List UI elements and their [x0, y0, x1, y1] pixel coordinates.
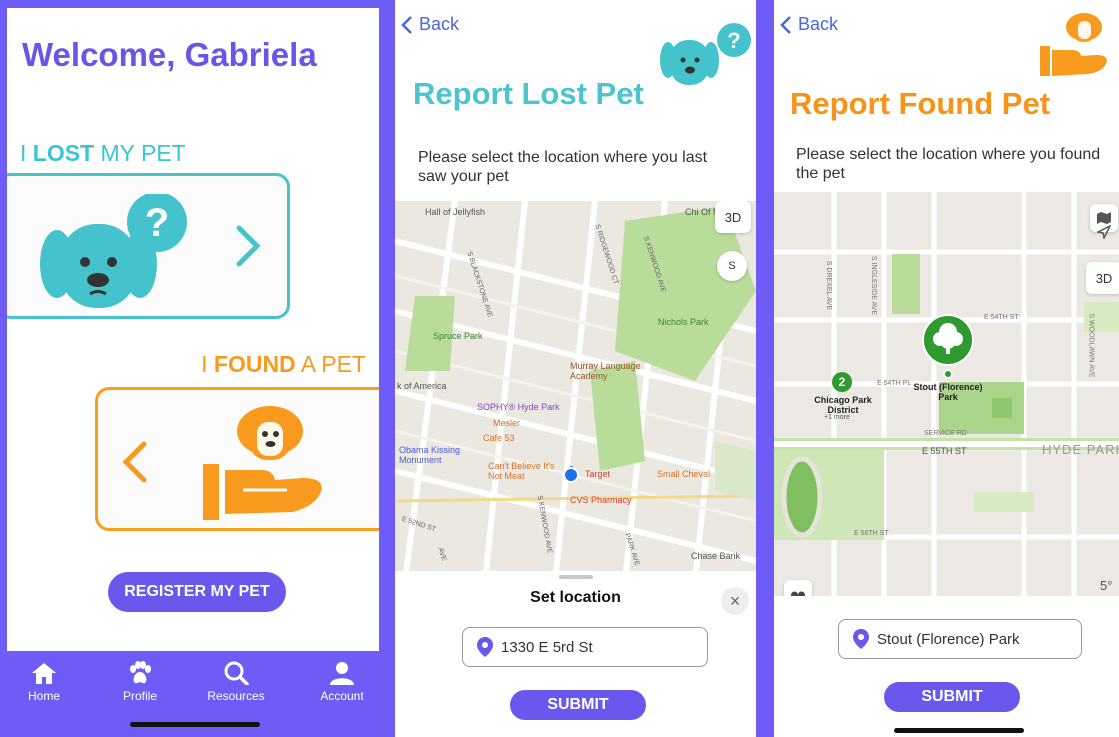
instruction-text: Please select the location where you fou…	[796, 146, 1101, 182]
map-view[interactable]: 3D S DREXEL AVE S INGLESIDE AVE S WOODLA…	[774, 192, 1119, 596]
close-button[interactable]: ×	[721, 587, 749, 615]
temperature-label: 5°	[1100, 578, 1113, 593]
register-my-pet-button[interactable]: REGISTER MY PET	[108, 572, 286, 612]
cluster-badge[interactable]: 2	[832, 372, 852, 392]
map-label: Hall of Jellyfish	[425, 207, 486, 217]
map-label: Mesler	[493, 418, 521, 428]
chevron-left-icon	[780, 15, 791, 34]
location-pin-icon	[477, 637, 493, 657]
home-screen: Welcome, Gabriela I LOST MY PET ? I FOUN…	[7, 8, 379, 737]
map-label: Stout (Florence) Park	[913, 382, 983, 402]
map-label: Nichols Park	[658, 317, 709, 327]
lost-dog-icon: ?	[40, 194, 187, 308]
map-label: Murray Language Academy	[570, 361, 641, 381]
map-label: CVS Pharmacy	[570, 495, 632, 505]
report-found-screen: Back Report Found Pet Please select the …	[774, 0, 1119, 737]
found-hand-dog-icon	[203, 406, 322, 520]
current-location-marker	[563, 467, 579, 483]
street-label: E 55TH ST	[922, 446, 967, 456]
page-title: Report Lost Pet	[413, 76, 644, 111]
sheet-grabber[interactable]	[558, 575, 593, 579]
welcome-heading: Welcome, Gabriela	[22, 36, 317, 73]
map-label: Can't Believe It's Not Meat	[488, 461, 555, 481]
map-label: Small Cheval	[657, 469, 711, 479]
back-button[interactable]: Back	[401, 14, 459, 35]
map-label: Cafe 53	[483, 433, 515, 443]
location-arrow-button[interactable]	[1090, 218, 1118, 246]
location-pin-icon	[853, 629, 869, 649]
report-lost-screen: Back ? Report Lost Pet Please select the…	[395, 0, 756, 737]
address-value: 1330 E 5rd St	[501, 638, 593, 656]
map-label: SOPHY® Hyde Park	[477, 402, 560, 412]
chevron-left-icon[interactable]	[118, 440, 148, 484]
submit-button[interactable]: SUBMIT	[884, 682, 1020, 712]
street-label: S DREXEL AVE	[825, 260, 833, 311]
found-pet-heading: I FOUND A PET	[201, 351, 366, 377]
svg-text:?: ?	[727, 28, 740, 53]
lost-pet-heading: I LOST MY PET	[20, 140, 186, 166]
map-label: k of America	[397, 381, 447, 391]
page-title: Report Found Pet	[790, 86, 1051, 121]
map-label: +1 more	[824, 414, 850, 421]
map-label: Target	[585, 469, 611, 479]
binoculars-icon	[791, 591, 805, 596]
svg-text:?: ?	[145, 201, 169, 245]
street-label: S INGLESIDE AVE	[870, 255, 878, 316]
map-label: Chicago Park District	[814, 395, 872, 415]
map-label: Obama Kissing Monument	[399, 445, 461, 465]
search-icon	[224, 661, 249, 685]
set-location-sheet: Stout (Florence) Park SUBMIT	[774, 596, 1119, 737]
map-3d-button[interactable]: 3D	[715, 201, 751, 233]
tab-profile[interactable]: Profile	[95, 661, 185, 703]
person-icon	[330, 662, 354, 685]
map-view[interactable]: Hall of Jellyfish Chi Of M 3D S Spruce P…	[395, 201, 756, 581]
sheet-title: Set location	[530, 589, 621, 606]
compass-button[interactable]: S	[717, 251, 747, 281]
map-streets	[395, 201, 756, 581]
instruction-text: Please select the location where you las…	[418, 149, 708, 185]
bottom-tab-bar: Home Profile Resources Account	[7, 651, 379, 737]
home-indicator	[130, 722, 260, 727]
park-marker-icon[interactable]	[920, 314, 976, 380]
back-button[interactable]: Back	[780, 14, 838, 35]
paw-icon	[130, 661, 151, 684]
lost-dog-logo-icon: ?	[660, 23, 751, 85]
tab-resources[interactable]: Resources	[191, 661, 281, 703]
map-label: Spruce Park	[433, 331, 483, 341]
set-location-sheet: Set location × 1330 E 5rd St SUBMIT	[395, 571, 756, 737]
chevron-left-icon	[401, 15, 412, 34]
tab-home[interactable]: Home	[7, 661, 89, 703]
home-indicator	[894, 728, 1024, 733]
found-pet-card[interactable]	[95, 387, 379, 531]
address-field[interactable]: 1330 E 5rd St	[462, 627, 708, 667]
address-field[interactable]: Stout (Florence) Park	[838, 619, 1082, 659]
chevron-right-icon[interactable]	[235, 224, 263, 268]
street-label: E 56TH ST	[854, 530, 889, 537]
lost-pet-card[interactable]: ?	[7, 173, 290, 319]
map-label: Chase Bank	[691, 551, 741, 561]
location-arrow-icon	[1097, 225, 1111, 239]
map-3d-button[interactable]: 3D	[1086, 262, 1119, 294]
tab-account[interactable]: Account	[297, 661, 379, 703]
street-label: S WOODLAWN AVE	[1087, 313, 1095, 378]
submit-button[interactable]: SUBMIT	[510, 690, 646, 720]
street-label: SERVICE RD	[924, 430, 967, 437]
found-hand-dog-logo-icon	[1040, 13, 1107, 76]
address-value: Stout (Florence) Park	[877, 630, 1020, 648]
street-label: E 54TH ST	[984, 314, 1019, 321]
binoculars-button[interactable]	[784, 580, 812, 596]
area-label: HYDE PARK	[1042, 442, 1119, 457]
home-icon	[32, 663, 56, 684]
